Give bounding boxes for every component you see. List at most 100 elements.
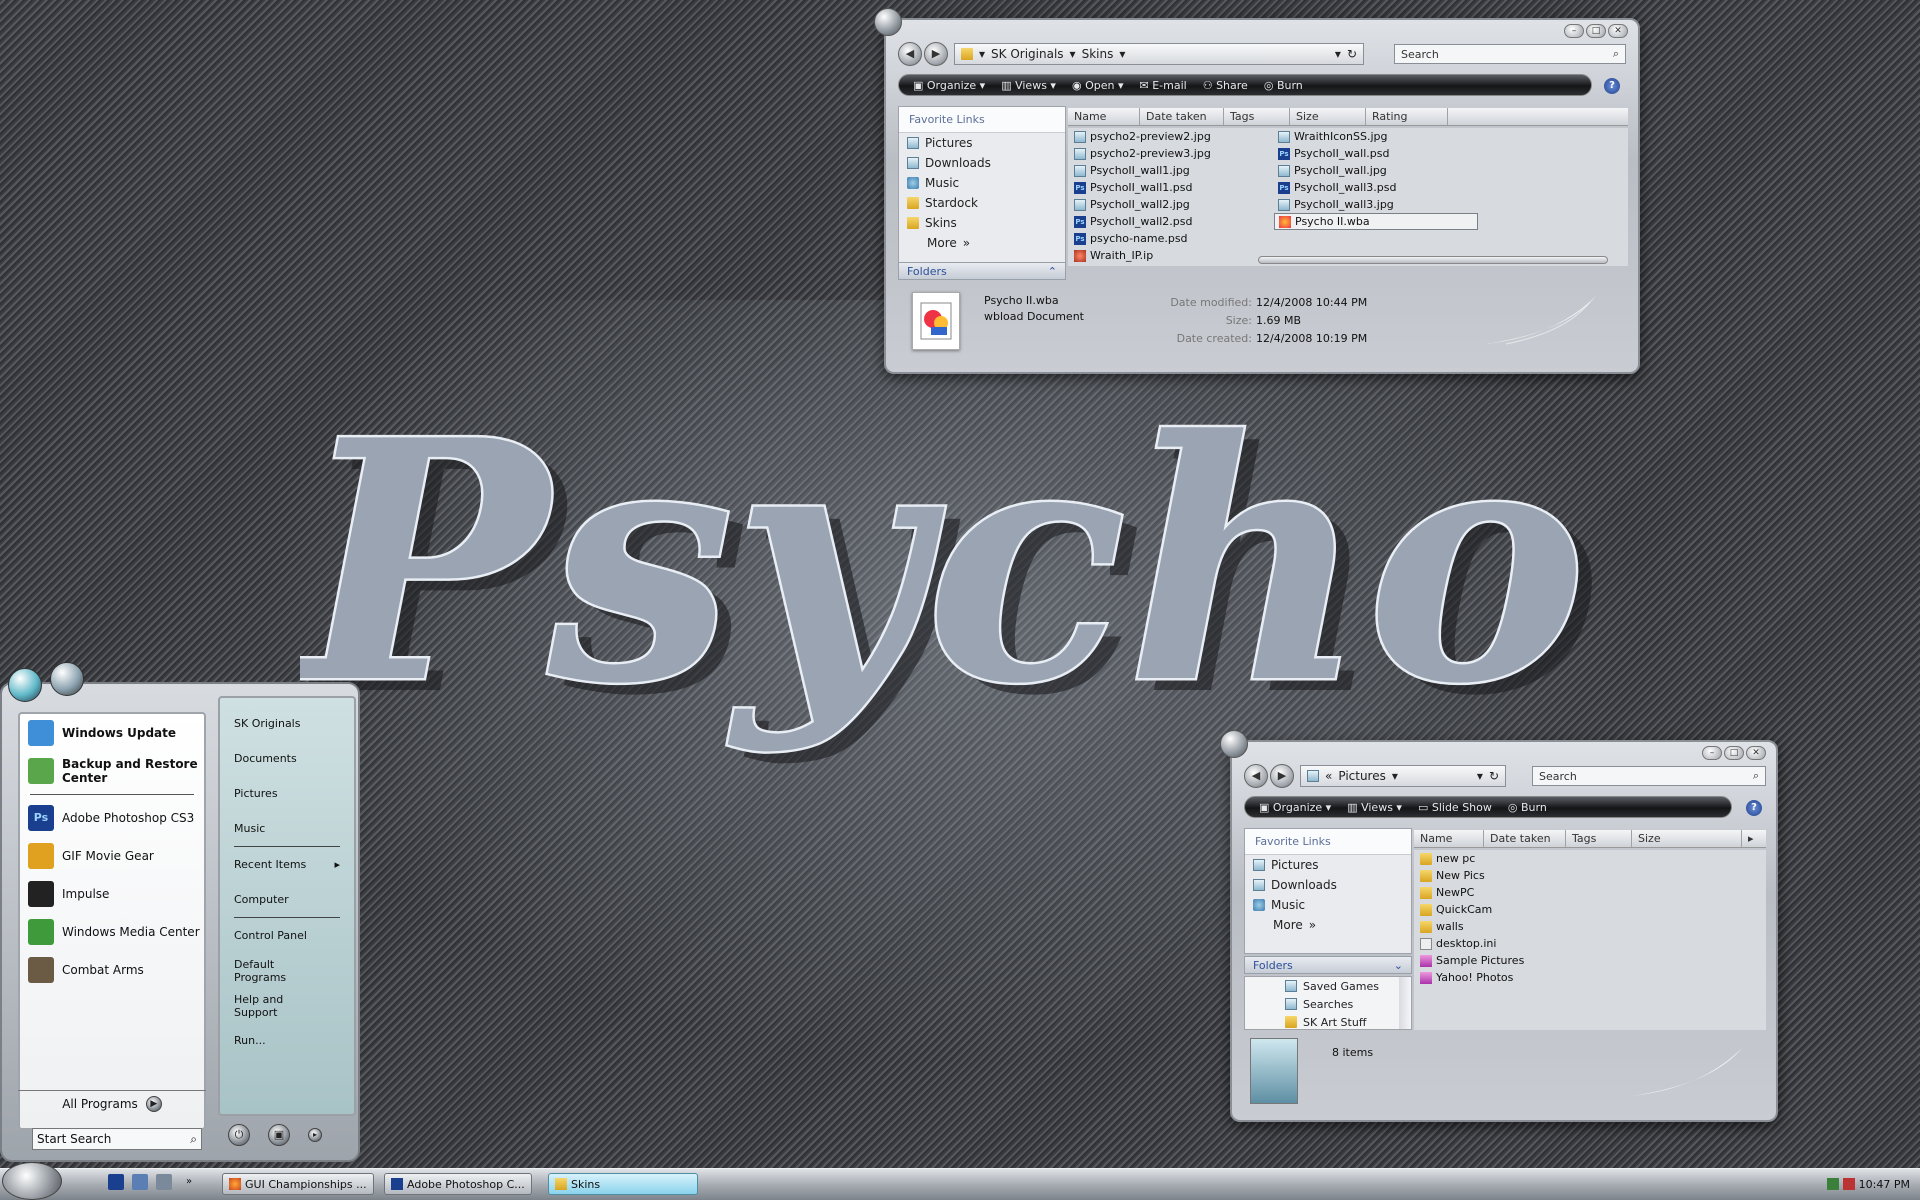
dropdown-icon[interactable]: ▾ [1119, 47, 1125, 61]
file-item[interactable]: Sample Pictures [1416, 952, 1636, 969]
file-item[interactable]: Ps PsychoII_wall2.psd [1070, 213, 1270, 230]
fav-link-stardock[interactable]: Stardock [899, 193, 1065, 213]
file-item[interactable]: PsychoII_wall.jpg [1274, 162, 1478, 179]
fav-link-music[interactable]: Music [1245, 895, 1411, 915]
minimize-icon[interactable]: – [1702, 746, 1722, 760]
search-input[interactable]: Search ⌕ [1532, 766, 1766, 786]
fav-link-more[interactable]: More » [899, 233, 1065, 253]
start-program-item[interactable]: Windows Media Center [20, 913, 204, 951]
column-header-size[interactable]: Size [1632, 830, 1742, 847]
slide-show-button[interactable]: ▭ Slide Show [1418, 801, 1492, 814]
dropdown-icon[interactable]: ▾ [1392, 769, 1398, 783]
explorer-quicklaunch-icon[interactable] [132, 1174, 148, 1190]
network-icon[interactable] [1826, 1178, 1839, 1190]
breadcrumb-overflow[interactable]: « [1325, 769, 1332, 783]
start-search-input[interactable]: Start Search ⌕ [32, 1128, 202, 1150]
start-place-item[interactable]: Computer [220, 882, 354, 917]
back-icon[interactable]: ◀ [898, 42, 922, 66]
file-item[interactable]: NewPC [1416, 884, 1636, 901]
column-header-size[interactable]: Size [1290, 108, 1366, 125]
start-place-item[interactable]: Pictures [220, 776, 354, 811]
search-icon[interactable]: ⌕ [190, 1132, 197, 1147]
clock[interactable]: 10:47 PM [1859, 1178, 1910, 1191]
open-button[interactable]: ◉ Open ▾ [1072, 79, 1124, 92]
forward-icon[interactable]: ▶ [1270, 764, 1294, 788]
taskbar-button[interactable]: GUI Championships ... [222, 1173, 374, 1195]
views-button[interactable]: ▥ Views ▾ [1001, 79, 1056, 92]
breadcrumb[interactable]: « Pictures ▾ ▾ ↻ [1300, 765, 1506, 787]
explorer-window-skins[interactable]: – □ ✕ ◀ ▶ ▾ SK Originals ▾ Skins ▾ ▾ ↻ S… [874, 8, 1640, 374]
file-item[interactable]: Ps PsychoII_wall1.psd [1070, 179, 1270, 196]
fav-link-pictures[interactable]: Pictures [899, 133, 1065, 153]
file-item[interactable]: New Pics [1416, 867, 1636, 884]
security-icon[interactable] [1842, 1178, 1855, 1190]
start-program-item[interactable]: Ps Adobe Photoshop CS3 [20, 799, 204, 837]
history-dropdown-icon[interactable]: ▾ [1477, 769, 1483, 783]
file-item[interactable]: PsychoII_wall2.jpg [1070, 196, 1270, 213]
file-item[interactable]: Yahoo! Photos [1416, 969, 1636, 986]
power-icon[interactable]: ⏻ [228, 1124, 250, 1146]
fav-link-downloads[interactable]: Downloads [1245, 875, 1411, 895]
history-dropdown-icon[interactable]: ▾ [1335, 47, 1341, 61]
folders-toggle[interactable]: Folders ⌄ [1244, 956, 1412, 974]
start-button[interactable] [2, 1162, 62, 1200]
taskbar-button[interactable]: Skins [548, 1173, 698, 1195]
minimize-icon[interactable]: – [1564, 24, 1584, 38]
close-icon[interactable]: ✕ [1746, 746, 1766, 760]
file-item[interactable]: psycho2-preview3.jpg [1070, 145, 1270, 162]
start-place-item[interactable]: Music [220, 811, 354, 846]
file-item[interactable]: walls [1416, 918, 1636, 935]
fav-link-music[interactable]: Music [899, 173, 1065, 193]
start-place-item[interactable]: SK Originals [220, 706, 354, 741]
forward-icon[interactable]: ▶ [924, 42, 948, 66]
breadcrumb-segment[interactable]: Skins [1082, 47, 1114, 61]
show-desktop-icon[interactable] [156, 1174, 172, 1190]
search-icon[interactable]: ⌕ [1753, 769, 1759, 783]
file-item[interactable]: PsychoII_wall3.jpg [1274, 196, 1478, 213]
taskbar-button[interactable]: Adobe Photoshop C... [384, 1173, 532, 1195]
start-place-item[interactable]: Documents [220, 741, 354, 776]
column-header-tags[interactable]: Tags [1566, 830, 1632, 847]
power-options-arrow-icon[interactable]: ▸ [308, 1128, 322, 1142]
file-item[interactable]: WraithIconSS.jpg [1274, 128, 1478, 145]
scroll-columns-icon[interactable]: ▸ [1742, 830, 1760, 847]
folder-tree-item[interactable]: Saved Games [1245, 977, 1411, 995]
maximize-icon[interactable]: □ [1586, 24, 1606, 38]
start-program-item[interactable]: Combat Arms [20, 951, 204, 989]
start-program-item[interactable]: Backup and Restore Center [20, 752, 204, 790]
column-header-date-taken[interactable]: Date taken [1140, 108, 1224, 125]
vertical-scrollbar[interactable] [1399, 977, 1411, 1029]
lock-icon[interactable]: ▣ [268, 1124, 290, 1146]
file-item[interactable]: PsychoII_wall1.jpg [1070, 162, 1270, 179]
file-item[interactable]: desktop.ini [1416, 935, 1636, 952]
start-place-item[interactable]: Control Panel [220, 918, 354, 953]
organize-button[interactable]: ▣ Organize ▾ [1259, 801, 1331, 814]
start-place-item[interactable]: Default Programs [220, 953, 354, 988]
maximize-icon[interactable]: □ [1724, 746, 1744, 760]
burn-button[interactable]: ◎ Burn [1264, 79, 1303, 92]
file-item[interactable]: psycho2-preview2.jpg [1070, 128, 1270, 145]
organize-button[interactable]: ▣ Organize ▾ [913, 79, 985, 92]
start-place-item[interactable]: Recent Items ▸ [220, 847, 354, 882]
dropdown-icon[interactable]: ▾ [979, 47, 985, 61]
file-item[interactable]: Ps PsychoII_wall.psd [1274, 145, 1478, 162]
fav-link-skins[interactable]: Skins [899, 213, 1065, 233]
search-input[interactable]: Search ⌕ [1394, 44, 1626, 64]
dropdown-icon[interactable]: ▾ [1070, 47, 1076, 61]
folder-tree-item[interactable]: Searches [1245, 995, 1411, 1013]
fav-link-more[interactable]: More » [1245, 915, 1411, 935]
file-item[interactable]: new pc [1416, 850, 1636, 867]
column-header-rating[interactable]: Rating [1366, 108, 1448, 125]
refresh-icon[interactable]: ↻ [1489, 769, 1499, 783]
search-icon[interactable]: ⌕ [1613, 47, 1619, 61]
file-item[interactable]: Wraith_IP.ip [1070, 247, 1270, 264]
email-button[interactable]: ✉ E-mail [1140, 79, 1187, 92]
close-icon[interactable]: ✕ [1608, 24, 1628, 38]
help-icon[interactable]: ? [1604, 78, 1620, 94]
file-item[interactable]: Ps psycho-name.psd [1070, 230, 1270, 247]
share-button[interactable]: ⚇ Share [1203, 79, 1248, 92]
file-item[interactable]: Psycho II.wba [1274, 213, 1478, 230]
column-header-name[interactable]: Name [1068, 108, 1140, 125]
folders-toggle[interactable]: Folders ⌃ [898, 262, 1066, 280]
column-header-name[interactable]: Name [1414, 830, 1484, 847]
